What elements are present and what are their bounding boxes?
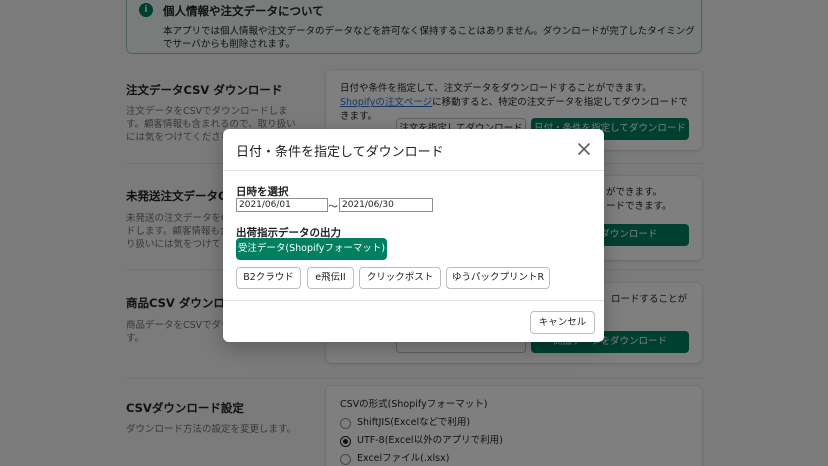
yupack-print-button[interactable]: ゆうパックプリントR <box>446 267 550 289</box>
e-hiden-button[interactable]: e飛伝II <box>307 267 354 289</box>
close-icon[interactable] <box>574 139 594 159</box>
date-from-input[interactable]: 2021/06/01 <box>236 198 328 212</box>
date-select-label: 日時を選択 <box>236 186 289 198</box>
clickpost-button[interactable]: クリックポスト <box>359 267 441 289</box>
date-to-input[interactable]: 2021/06/30 <box>339 198 433 212</box>
b2-cloud-button[interactable]: B2クラウド <box>236 267 301 289</box>
shopify-format-button[interactable]: 受注データ(Shopifyフォーマット) <box>236 238 387 260</box>
date-separator: 〜 <box>328 202 338 213</box>
modal-body: 日時を選択 2021/06/01 〜 2021/06/30 出荷指示データの出力… <box>223 172 604 301</box>
date-condition-modal: 日付・条件を指定してダウンロード 日時を選択 2021/06/01 〜 2021… <box>223 129 604 342</box>
modal-header: 日付・条件を指定してダウンロード <box>223 129 604 171</box>
cancel-button[interactable]: キャンセル <box>530 311 595 334</box>
modal-title: 日付・条件を指定してダウンロード <box>236 145 444 160</box>
